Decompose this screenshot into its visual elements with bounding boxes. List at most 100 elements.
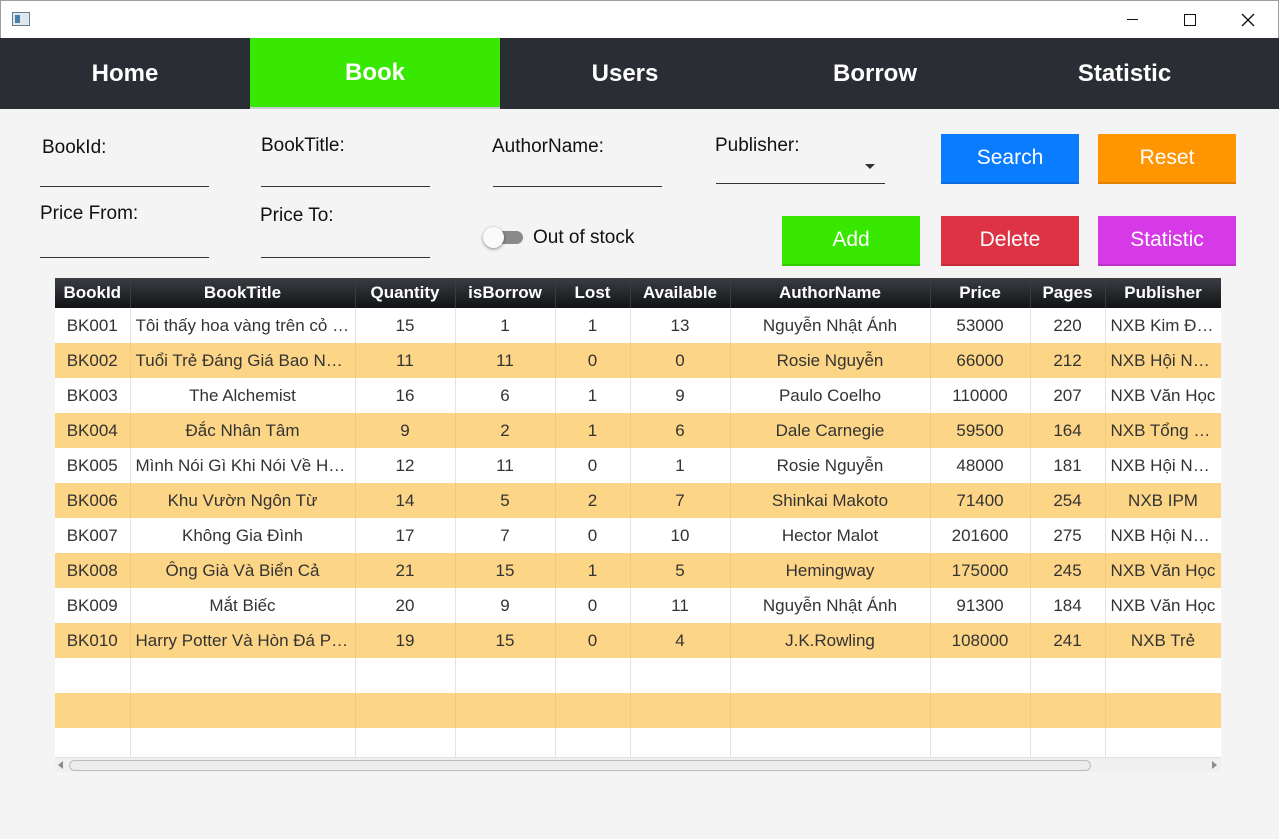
price-to-label: Price To: [260,205,334,226]
cell-bookid: BK008 [55,553,131,588]
cell-available: 10 [630,518,731,553]
cell-empty [355,693,456,728]
cell-publisher: NXB Tổng Hợp [1105,413,1221,448]
minimize-icon [1126,19,1138,20]
column-header-quantity[interactable]: Quantity [355,278,456,308]
scroll-right-icon[interactable] [1212,761,1217,769]
cell-empty [355,658,456,693]
close-icon [1241,13,1255,26]
column-header-authorname[interactable]: AuthorName [730,278,931,308]
minimize-button[interactable] [1103,1,1161,38]
cell-quantity: 11 [355,343,456,378]
cell-empty [455,658,556,693]
column-header-publisher[interactable]: Publisher [1105,278,1221,308]
book-title-underline [261,186,430,187]
cell-quantity: 19 [355,623,456,658]
table-row[interactable]: BK002 Tuổi Trẻ Đáng Giá Bao Nhiêu 11 11 0 0 Ro… [55,343,1221,378]
table-row[interactable]: BK008 Ông Già Và Biển Cả 21 15 1 5 Hemingway 17… [55,553,1221,588]
statistic-button[interactable]: Statistic [1098,216,1236,266]
book-id-input[interactable] [40,156,209,186]
cell-publisher: NXB Văn Học [1105,378,1221,413]
table-row[interactable]: BK010Harry Potter Và Hòn Đá Phù Thủy1915… [55,623,1221,658]
table-row[interactable]: BK005Mình Nói Gì Khi Nói Về Hạnh Phúc121… [55,448,1221,483]
cell-empty [730,728,931,758]
cell-empty [1030,658,1106,693]
cell-available: 13 [630,308,731,343]
cell-bookid: BK006 [55,483,131,518]
price-from-input[interactable] [40,226,209,256]
cell-pages: 245 [1030,553,1106,588]
table-row[interactable]: BK006 Khu Vườn Ngôn Từ 14 5 2 7 Shinkai Makoto… [55,483,1221,518]
table-row[interactable]: BK003 The Alchemist 16 6 1 9 Paulo Coelho 11000… [55,378,1221,413]
column-header-bookid[interactable]: BookId [55,278,131,308]
cell-empty [555,658,631,693]
table-row[interactable]: BK007 Không Gia Đình 17 7 0 10 Hector Malot 201… [55,518,1221,553]
cell-empty [930,728,1031,758]
cell-authorname: Dale Carnegie [730,413,931,448]
cell-publisher: NXB Văn Học [1105,588,1221,623]
scroll-left-icon[interactable] [58,761,63,769]
cell-pages: 164 [1030,413,1106,448]
publisher-select[interactable] [715,152,885,183]
tab-home[interactable]: Home [0,38,250,109]
table-row[interactable]: BK009 Mắt Biếc 20 9 0 11 Nguyễn Nhật Ánh 91300 1… [55,588,1221,623]
column-header-booktitle[interactable]: BookTitle [130,278,356,308]
book-title-input[interactable] [261,156,430,186]
tab-book[interactable]: Book [250,38,500,109]
cell-bookid: BK010 [55,623,131,658]
add-button[interactable]: Add [782,216,920,266]
tab-users[interactable]: Users [500,38,750,109]
tab-borrow[interactable]: Borrow [750,38,1000,109]
search-button[interactable]: Search [941,134,1079,184]
maximize-button[interactable] [1161,1,1219,38]
cell-isborrow: 11 [455,343,556,378]
cell-price: 48000 [930,448,1031,483]
cell-empty [555,728,631,758]
column-header-isborrow[interactable]: isBorrow [455,278,556,308]
column-header-lost[interactable]: Lost [555,278,631,308]
column-header-price[interactable]: Price [930,278,1031,308]
column-header-available[interactable]: Available [630,278,731,308]
cell-publisher: NXB Hội Nhà Văn [1105,448,1221,483]
cell-quantity: 16 [355,378,456,413]
column-header-pages[interactable]: Pages [1030,278,1106,308]
delete-button[interactable]: Delete [941,216,1079,266]
cell-isborrow: 1 [455,308,556,343]
cell-lost: 1 [555,378,631,413]
cell-pages: 241 [1030,623,1106,658]
table-row-empty [55,693,1221,728]
cell-empty [630,728,731,758]
price-to-input[interactable] [261,226,430,256]
cell-empty [730,658,931,693]
reset-button[interactable]: Reset [1098,134,1236,184]
main-nav: Home Book Users Borrow Statistic [0,38,1279,109]
scrollbar-thumb[interactable] [69,760,1091,771]
cell-quantity: 20 [355,588,456,623]
table-row[interactable]: BK004 Đắc Nhân Tâm 9 2 1 6 Dale Carnegie 59500 1… [55,413,1221,448]
cell-empty [455,693,556,728]
cell-authorname: Paulo Coelho [730,378,931,413]
author-name-input[interactable] [493,156,662,186]
window-title-bar [0,0,1279,38]
close-button[interactable] [1219,1,1277,38]
cell-pages: 254 [1030,483,1106,518]
table-row[interactable]: BK001 Tôi thấy hoa vàng trên cỏ xanh 15 1 1 1… [55,308,1221,343]
cell-isborrow: 15 [455,553,556,588]
cell-price: 71400 [930,483,1031,518]
cell-authorname: Nguyễn Nhật Ánh [730,308,931,343]
cell-authorname: Shinkai Makoto [730,483,931,518]
cell-publisher: NXB Kim Đồng [1105,308,1221,343]
cell-booktitle: Tuổi Trẻ Đáng Giá Bao Nhiêu [130,343,356,378]
cell-empty [55,693,131,728]
chevron-down-icon [865,164,875,169]
cell-quantity: 17 [355,518,456,553]
cell-bookid: BK001 [55,308,131,343]
tab-statistic[interactable]: Statistic [1000,38,1249,109]
cell-isborrow: 9 [455,588,556,623]
cell-empty [1030,693,1106,728]
cell-publisher: NXB Trẻ [1105,623,1221,658]
horizontal-scrollbar[interactable] [55,757,1221,772]
books-table[interactable]: BookId BookTitle Quantity isBorrow Lost … [55,278,1221,758]
price-from-underline [40,257,209,258]
cell-available: 7 [630,483,731,518]
